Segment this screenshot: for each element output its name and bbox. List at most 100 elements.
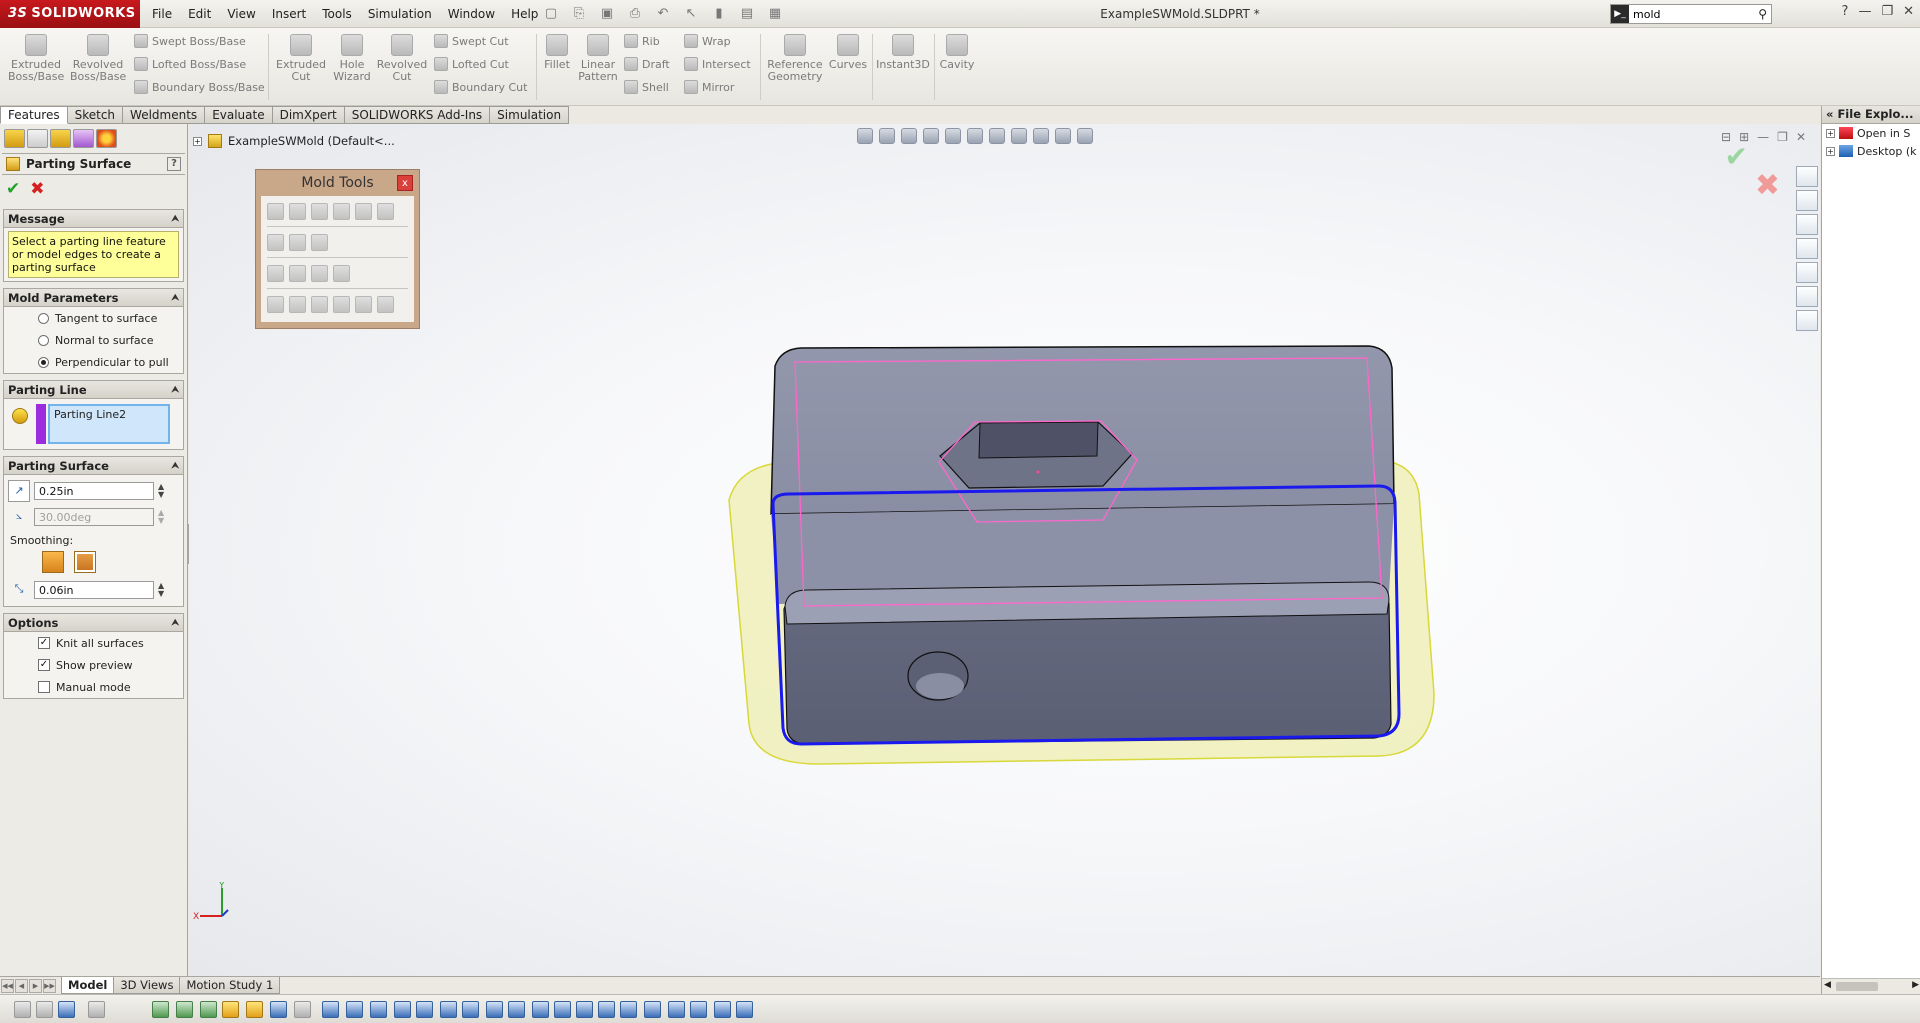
filter-geometric-tolerances-icon[interactable] — [486, 1001, 503, 1018]
open-document-icon[interactable]: ⎘ — [568, 4, 590, 24]
insert-mold-folders-icon[interactable] — [377, 295, 394, 313]
extruded-cut-button[interactable]: Extruded Cut — [274, 34, 328, 83]
dimxpert-manager-icon[interactable] — [73, 129, 94, 148]
menu-edit[interactable]: Edit — [180, 0, 219, 28]
delete-face-icon[interactable] — [355, 295, 372, 313]
reference-geometry-button[interactable]: Reference Geometry — [764, 34, 826, 83]
mold-tools-toolbar[interactable]: Mold Tools x — [255, 169, 420, 329]
custom-properties-icon[interactable] — [1796, 286, 1818, 307]
filter-blocks-icon[interactable] — [620, 1001, 637, 1018]
display-manager-icon[interactable] — [96, 129, 117, 148]
filter-vertices-icon[interactable] — [152, 1001, 169, 1018]
filter-centerlines-icon[interactable] — [416, 1001, 433, 1018]
options-icon[interactable]: ▦ — [764, 4, 786, 24]
parting-surface-tool-icon[interactable] — [311, 264, 328, 282]
filter-sketch-segments-icon[interactable] — [346, 1001, 363, 1018]
tab-weldments[interactable]: Weldments — [123, 106, 206, 124]
cancel-button[interactable]: ✖ — [30, 179, 44, 199]
intersect-button[interactable]: Intersect — [684, 57, 751, 71]
filter-connection-points-icon[interactable] — [668, 1001, 685, 1018]
search-input[interactable] — [1629, 7, 1739, 21]
graphics-area[interactable]: + ExampleSWMold (Default<... ⊟ ⊞ — ❐ ✕ ✔… — [189, 124, 1820, 976]
wrap-button[interactable]: Wrap — [684, 34, 731, 48]
distance-icon[interactable]: ↗ — [8, 480, 30, 502]
checkbox-manual-mode[interactable]: Manual mode — [4, 676, 183, 698]
filter-dowel-pins-icon[interactable] — [644, 1001, 661, 1018]
extruded-boss-base-button[interactable]: Extruded Boss/Base — [8, 34, 64, 83]
expand-icon[interactable]: + — [1826, 146, 1835, 156]
collapse-icon[interactable]: ⮝ — [171, 214, 179, 224]
shut-off-surfaces-icon[interactable] — [289, 264, 306, 282]
angle-input[interactable] — [34, 508, 154, 526]
filter-surface-finish-icon[interactable] — [462, 1001, 479, 1018]
filter-edges-icon[interactable] — [176, 1001, 193, 1018]
property-manager-icon[interactable] — [27, 129, 48, 148]
tab-solidworks-add-ins[interactable]: SOLIDWORKS Add-Ins — [344, 106, 491, 124]
menu-simulation[interactable]: Simulation — [360, 0, 440, 28]
solidworks-resources-icon[interactable] — [1796, 166, 1818, 187]
swept-boss-base-button[interactable]: Swept Boss/Base — [134, 34, 246, 48]
print-icon[interactable]: ⎙ — [624, 4, 646, 24]
smoothing-distance-input[interactable] — [34, 581, 154, 599]
tree-item-desktop[interactable]: + Desktop (k — [1822, 142, 1920, 160]
distance-input[interactable] — [34, 482, 154, 500]
list-item[interactable]: Parting Line2 — [54, 408, 164, 421]
filter-weld-symbols-icon[interactable] — [554, 1001, 571, 1018]
checkbox-checked[interactable]: ✓ — [38, 659, 50, 671]
radio-button-selected[interactable] — [38, 356, 49, 368]
filter-datum-features-icon[interactable] — [532, 1001, 549, 1018]
smoothing-distance-spinner[interactable]: ▲ ▼ — [158, 582, 164, 598]
restore-icon[interactable]: ❐ — [1881, 4, 1893, 19]
tab-features[interactable]: Features — [0, 106, 68, 124]
shell-button[interactable]: Shell — [624, 80, 669, 94]
solidworks-logo[interactable]: 3S SOLIDWORKS — [0, 0, 140, 28]
file-properties-icon[interactable]: ▤ — [736, 4, 758, 24]
hole-wizard-button[interactable]: Hole Wizard — [330, 34, 374, 83]
planar-surface-icon[interactable] — [267, 202, 284, 220]
revolved-boss-base-button[interactable]: Revolved Boss/Base — [70, 34, 126, 83]
tab-model[interactable]: Model — [61, 977, 115, 994]
split-line-icon[interactable] — [333, 295, 350, 313]
feature-manager-icon[interactable] — [4, 129, 25, 148]
ok-button[interactable]: ✔ — [6, 179, 20, 199]
file-explorer-icon[interactable] — [1796, 214, 1818, 235]
menu-file[interactable]: File — [144, 0, 180, 28]
sharp-smoothing-button[interactable] — [42, 551, 64, 573]
view-palette-icon[interactable] — [1796, 238, 1818, 259]
command-search-icon[interactable]: ▶_ — [1611, 5, 1629, 23]
close-icon[interactable]: ✕ — [1903, 4, 1914, 19]
mirror-button[interactable]: Mirror — [684, 80, 734, 94]
menu-insert[interactable]: Insert — [264, 0, 314, 28]
minimize-icon[interactable]: — — [1858, 4, 1871, 19]
filter-planes-icon[interactable] — [294, 1001, 311, 1018]
draft-analysis-icon[interactable] — [355, 202, 372, 220]
swept-cut-button[interactable]: Swept Cut — [434, 34, 509, 48]
menu-view[interactable]: View — [219, 0, 263, 28]
close-icon[interactable]: x — [397, 175, 413, 191]
filter-silhouette-edges-icon[interactable] — [736, 1001, 753, 1018]
revolved-cut-button[interactable]: Revolved Cut — [376, 34, 428, 83]
new-document-icon[interactable]: ▢ — [540, 4, 562, 24]
tab-motion-study-1[interactable]: Motion Study 1 — [179, 977, 281, 994]
mold-tools-header[interactable]: Mold Tools x — [256, 170, 419, 196]
parting-line-analysis-icon[interactable] — [267, 233, 284, 251]
help-icon[interactable]: ? — [167, 157, 181, 171]
scale-icon[interactable] — [311, 233, 328, 251]
radio-button[interactable] — [38, 334, 49, 346]
next-tab-icon[interactable]: ▶ — [29, 978, 42, 993]
filter-dimensions-icon[interactable] — [440, 1001, 457, 1018]
search-box[interactable]: ▶_ ⚲ — [1610, 4, 1772, 24]
curves-button[interactable]: Curves — [826, 34, 870, 71]
filter-faces-icon[interactable] — [200, 1001, 217, 1018]
scroll-left-icon[interactable]: ◀ — [1824, 980, 1831, 990]
checkbox-show-preview[interactable]: ✓ Show preview — [4, 654, 183, 676]
forum-icon[interactable] — [1796, 310, 1818, 331]
collapse-pane-icon[interactable]: « — [1826, 107, 1833, 121]
rebuild-icon[interactable]: ▮ — [708, 4, 730, 24]
tab-sketch[interactable]: Sketch — [67, 106, 124, 124]
parting-line-selection-box[interactable]: Parting Line2 — [48, 404, 170, 444]
draft-button[interactable]: Draft — [624, 57, 670, 71]
radio-perpendicular-to-pull[interactable]: Perpendicular to pull — [4, 351, 183, 373]
mold-parameters-header[interactable]: Mold Parameters ⮝ — [4, 289, 183, 307]
radio-tangent-to-surface[interactable]: Tangent to surface — [4, 307, 183, 329]
